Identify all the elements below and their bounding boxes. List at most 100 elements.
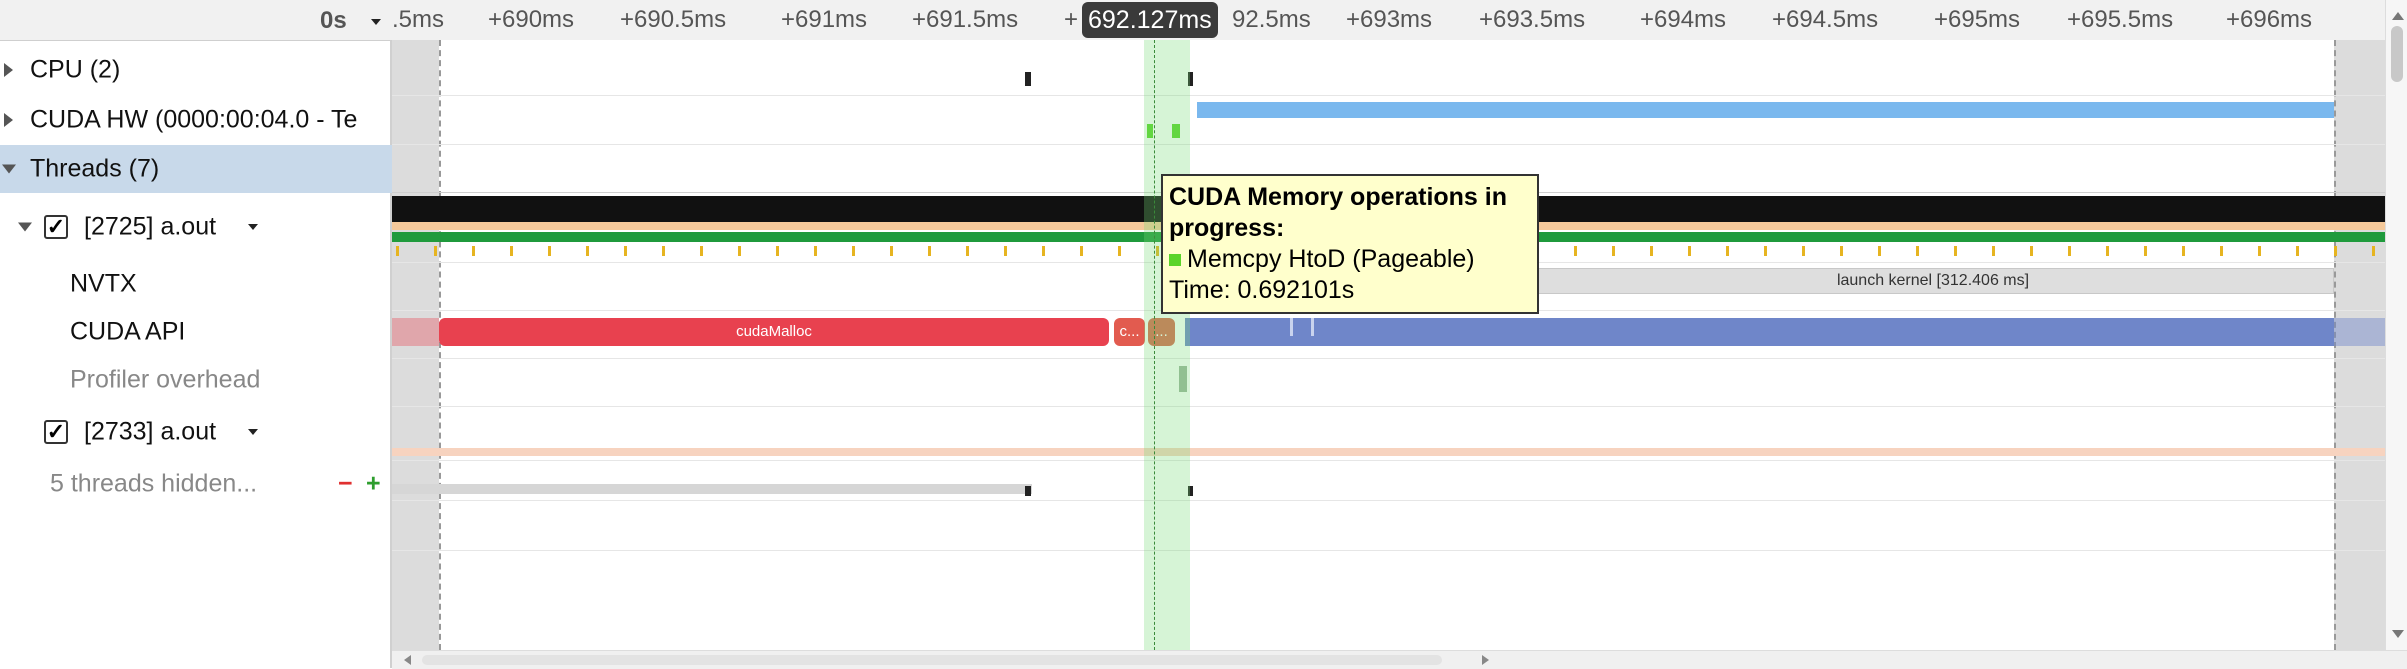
vertical-scrollbar[interactable] xyxy=(2385,0,2407,650)
vertical-scroll-thumb[interactable] xyxy=(2391,26,2403,82)
row-divider xyxy=(392,550,2407,551)
sample-tick-mark xyxy=(2106,246,2109,256)
scroll-right-icon[interactable] xyxy=(1482,655,1489,665)
chevron-down-icon[interactable] xyxy=(248,429,258,435)
horizontal-scroll-thumb[interactable] xyxy=(422,655,1442,665)
ruler-tick: +690.5ms xyxy=(620,6,727,33)
cpu-activity-mark xyxy=(1025,72,1031,86)
sample-tick-mark xyxy=(586,246,589,256)
scroll-up-icon[interactable] xyxy=(2392,12,2404,20)
sample-tick-mark xyxy=(1688,246,1691,256)
sample-tick-mark xyxy=(738,246,741,256)
tree-row-profiler-overhead[interactable]: Profiler overhead xyxy=(0,356,392,404)
sample-tick-mark xyxy=(814,246,817,256)
thread-2733-checkbox[interactable]: ✓ xyxy=(44,420,68,444)
chevron-down-icon[interactable] xyxy=(248,224,258,230)
collapse-down-icon[interactable] xyxy=(2,164,16,174)
ruler-tick: +693ms xyxy=(1346,6,1433,33)
sample-tick-mark xyxy=(1840,246,1843,256)
row-divider xyxy=(392,460,2407,461)
chevron-down-icon[interactable] xyxy=(371,19,381,25)
tree-row-threads[interactable]: Threads (7) xyxy=(0,145,392,193)
sample-tick-mark xyxy=(2182,246,2185,256)
cuda-hw-memory-bar[interactable] xyxy=(1197,102,2334,118)
ruler-tick: +691ms xyxy=(781,6,868,33)
sample-tick-mark xyxy=(966,246,969,256)
ruler-tick: +695.5ms xyxy=(2067,6,2174,33)
cuda-api-gap xyxy=(1290,318,1293,336)
ruler-tick: +690ms xyxy=(488,6,575,33)
cuda-malloc-call[interactable]: cudaMalloc xyxy=(439,318,1109,346)
cuda-api-faded xyxy=(2334,318,2385,346)
memcpy-color-swatch xyxy=(1169,254,1181,267)
ruler-corner: 0s xyxy=(0,0,392,41)
tree-row-cpu[interactable]: CPU (2) xyxy=(0,46,392,94)
row-divider xyxy=(392,95,2407,96)
sample-tick-mark xyxy=(2030,246,2033,256)
hidden-threads-label: 5 threads hidden... xyxy=(50,469,258,498)
row-divider xyxy=(392,358,2407,359)
sample-tick-mark xyxy=(2372,246,2375,256)
expand-right-icon[interactable] xyxy=(4,63,13,77)
sample-tick-mark xyxy=(1042,246,1045,256)
cuda-api-faded xyxy=(392,318,439,346)
horizontal-scrollbar[interactable] xyxy=(392,650,2407,669)
tree-row-thread-2733[interactable]: ✓ [2733] a.out xyxy=(0,408,392,456)
thread-2733-band xyxy=(392,448,2407,456)
memory-op-highlight xyxy=(1144,40,1190,650)
sample-tick-mark xyxy=(2334,246,2337,256)
cursor-time-label: 692.127ms xyxy=(1082,2,1218,38)
tree-label-profiler-overhead: Profiler overhead xyxy=(70,365,261,394)
memory-operation-tooltip: CUDA Memory operations in progress: Memc… xyxy=(1161,174,1539,314)
timeline-canvas[interactable]: launch kernel [312.406 ms] cudaMalloc c.… xyxy=(392,40,2407,650)
sample-tick-mark xyxy=(434,246,437,256)
sample-tick-mark xyxy=(1004,246,1007,256)
tree-label-cuda-hw: CUDA HW (0000:00:04.0 - Te xyxy=(30,105,358,134)
ruler-tick: .5ms xyxy=(392,6,445,33)
expand-right-icon[interactable] xyxy=(4,113,13,127)
cursor-line xyxy=(1154,40,1155,650)
ruler-tick: 92.5ms xyxy=(1232,6,1311,33)
time-ruler[interactable]: .5ms +690ms +690.5ms +691ms +691.5ms + 9… xyxy=(392,0,2407,41)
collapse-threads-button[interactable]: − xyxy=(338,470,353,499)
tree-row-hidden-threads: 5 threads hidden... − + xyxy=(0,460,392,508)
collapse-down-icon[interactable] xyxy=(18,222,32,232)
sample-tick-mark xyxy=(700,246,703,256)
show-threads-button[interactable]: + xyxy=(366,470,381,499)
row-divider xyxy=(392,406,2407,407)
tree-row-cuda-hw[interactable]: CUDA HW (0000:00:04.0 - Te xyxy=(0,96,392,144)
hidden-thread-mark xyxy=(1025,486,1031,496)
thread-2725-checkbox[interactable]: ✓ xyxy=(44,215,68,239)
sample-tick-mark xyxy=(1992,246,1995,256)
cuda-api-dense-calls[interactable] xyxy=(1185,318,2334,346)
nvtx-launch-kernel-range[interactable]: launch kernel [312.406 ms] xyxy=(1532,268,2334,294)
sample-tick-mark xyxy=(2144,246,2147,256)
ruler-tick: + xyxy=(1064,6,1079,33)
scroll-left-icon[interactable] xyxy=(404,655,411,665)
sample-tick-mark xyxy=(2220,246,2223,256)
tree-row-nvtx[interactable]: NVTX xyxy=(0,260,392,308)
sample-tick-mark xyxy=(2258,246,2261,256)
tree-label-cuda-api: CUDA API xyxy=(70,317,186,346)
ruler-tick: +695ms xyxy=(1934,6,2021,33)
tree-row-cuda-api[interactable]: CUDA API xyxy=(0,308,392,356)
timeline-tree-panel: 0s CPU (2) CUDA HW (0000:00:04.0 - Te Th… xyxy=(0,0,392,668)
tree-label-thread-2725: [2725] a.out xyxy=(84,212,217,241)
tree-label-threads: Threads (7) xyxy=(30,154,160,183)
ruler-tick: +691.5ms xyxy=(912,6,1019,33)
tooltip-time: Time: 0.692101s xyxy=(1169,276,1355,304)
tooltip-item: Memcpy HtoD (Pageable) xyxy=(1187,245,1475,273)
scroll-down-icon[interactable] xyxy=(2392,630,2404,638)
tree-row-thread-2725[interactable]: ✓ [2725] a.out xyxy=(0,203,392,251)
tooltip-item-row: Memcpy HtoD (Pageable) xyxy=(1169,244,1531,275)
row-divider xyxy=(392,144,2407,145)
hidden-threads-activity xyxy=(392,484,1032,494)
sample-tick-mark xyxy=(662,246,665,256)
cuda-api-call-short[interactable]: c... xyxy=(1114,318,1145,346)
sample-tick-mark xyxy=(396,246,399,256)
sample-tick-mark xyxy=(1612,246,1615,256)
cuda-api-gap xyxy=(1311,318,1314,336)
ruler-tick: +694.5ms xyxy=(1772,6,1879,33)
sample-tick-mark xyxy=(1650,246,1653,256)
sample-tick-mark xyxy=(472,246,475,256)
